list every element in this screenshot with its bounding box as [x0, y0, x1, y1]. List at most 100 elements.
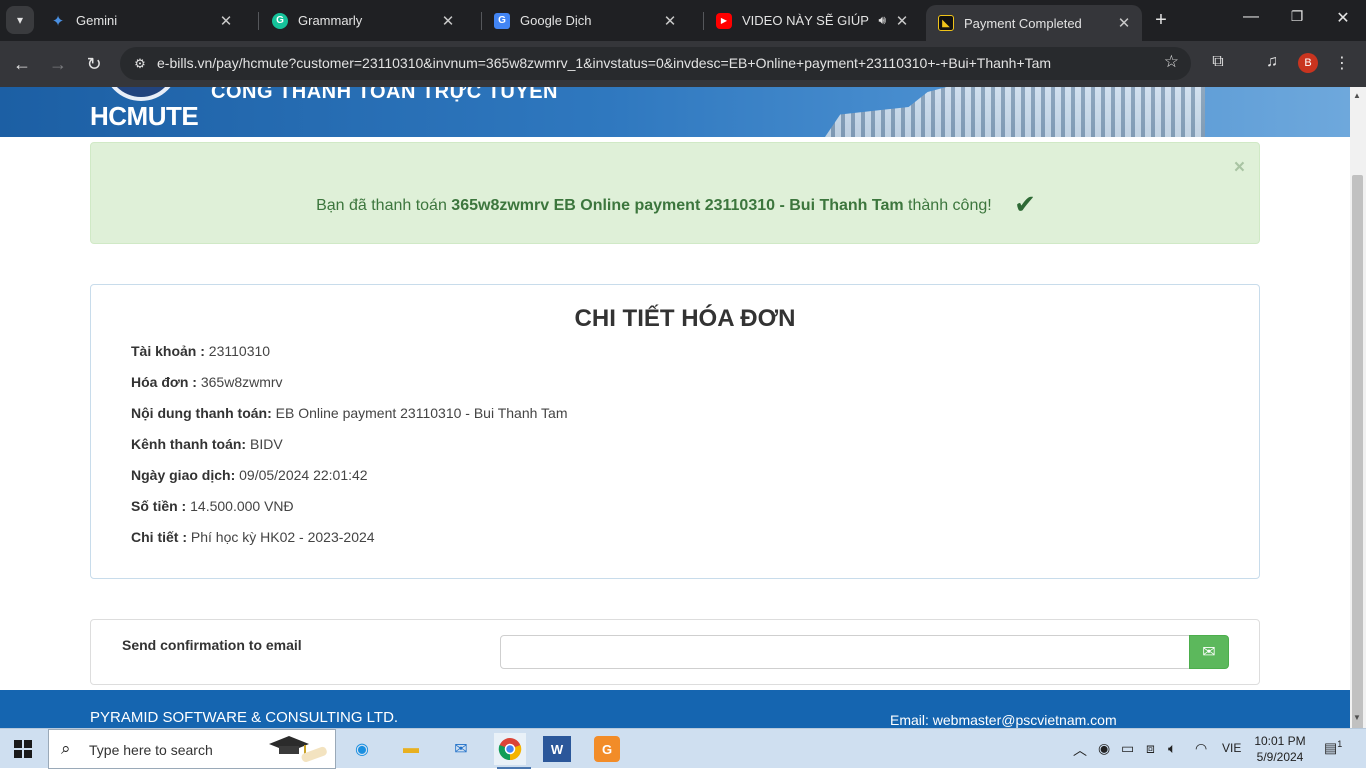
language-indicator[interactable]: VIE — [1222, 741, 1241, 755]
wifi-icon[interactable]: ◠ — [1195, 740, 1207, 757]
footer-email[interactable]: Email: webmaster@pscvietnam.com — [890, 712, 1117, 728]
edge-app-icon[interactable]: ◉ — [346, 733, 378, 765]
row-value: EB Online payment 23110310 - Bui Thanh T… — [275, 405, 568, 421]
profile-avatar[interactable]: B — [1298, 53, 1318, 73]
tab-search-button[interactable]: ▾ — [6, 6, 34, 34]
row-value: BIDV — [250, 436, 283, 452]
clock-date: 5/9/2024 — [1256, 750, 1304, 764]
menu-kebab-icon[interactable]: ⋮ — [1330, 53, 1354, 73]
tab-google-translate[interactable]: G Google Dịch ✕ — [482, 6, 688, 35]
close-icon[interactable]: ✕ — [660, 12, 680, 30]
pdf-app-icon[interactable]: G — [594, 736, 620, 762]
invoice-row-amount: Số tiền : 14.500.000 VNĐ — [131, 498, 294, 514]
invoice-title: CHI TIẾT HÓA ĐƠN — [574, 305, 796, 332]
close-window-button[interactable]: ✕ — [1320, 8, 1366, 28]
invoice-details-panel: CHI TIẾT HÓA ĐƠN Tài khoản : 23110310 Hó… — [90, 284, 1260, 579]
close-icon[interactable]: ✕ — [216, 12, 236, 30]
browser-toolbar: ← → ↻ ⚙︎ e-bills.vn/pay/hcmute?customer=… — [0, 41, 1366, 87]
tab-label: Payment Completed — [964, 15, 1082, 31]
battery-icon[interactable]: ▭ — [1121, 740, 1134, 757]
row-label: Ngày giao dịch: — [131, 467, 236, 483]
message-prefix: Bạn đã thanh toán — [316, 197, 452, 214]
chrome-app-icon[interactable] — [494, 733, 531, 769]
page-scrollbar[interactable]: ▲ ▼ — [1350, 87, 1366, 737]
word-app-icon[interactable]: W — [543, 736, 571, 762]
speaker-icon[interactable]: 🔊︎ — [878, 13, 886, 28]
chrome-icon — [498, 738, 522, 761]
show-hidden-icons[interactable]: ︿ — [1073, 740, 1087, 760]
invoice-row-content: Nội dung thanh toán: EB Online payment 2… — [131, 405, 568, 421]
campus-building-image — [825, 87, 1205, 137]
volume-icon[interactable]: 🔈︎ — [1168, 740, 1176, 757]
row-value: 09/05/2024 22:01:42 — [239, 467, 368, 483]
alert-close-button[interactable]: × — [1234, 157, 1245, 179]
reload-button[interactable]: ↻ — [81, 51, 107, 77]
google-translate-icon: G — [494, 12, 510, 29]
row-label: Tài khoản : — [131, 343, 205, 359]
windows-taskbar: ⌕ Type here to search ◉ ▬ ✉ W G ︿ ◉ ▭ ⧈ … — [0, 728, 1366, 769]
site-banner: HCMUTE CỔNG THANH TOÁN TRỰC TUYẾN — [0, 87, 1350, 137]
new-tab-button[interactable]: + — [1150, 9, 1172, 32]
browser-tab-bar: ▾ ✦ Gemini ✕ G Grammarly ✕ G Google Dịch… — [0, 0, 1366, 41]
row-value: Phí học kỳ HK02 - 2023-2024 — [190, 529, 375, 545]
close-icon[interactable]: ✕ — [438, 12, 458, 30]
system-clock[interactable]: 10:01 PM 5/9/2024 — [1252, 733, 1308, 765]
tab-separator — [258, 12, 259, 30]
row-label: Nội dung thanh toán: — [131, 405, 272, 421]
mail-app-icon[interactable]: ✉ — [445, 733, 477, 765]
clock-time: 10:01 PM — [1254, 734, 1306, 748]
tab-grammarly[interactable]: G Grammarly ✕ — [260, 6, 466, 35]
send-email-button[interactable]: ✉ — [1189, 635, 1229, 669]
tab-label: Gemini — [76, 13, 118, 28]
close-icon[interactable]: ✕ — [1114, 14, 1134, 32]
invoice-row-channel: Kênh thanh toán: BIDV — [131, 436, 283, 452]
extensions-icon[interactable]: ⧉ — [1206, 53, 1230, 71]
tab-label: VIDEO NÀY SẼ GIÚP BẠN — [742, 13, 872, 28]
bookmark-star-icon[interactable]: ☆ — [1164, 52, 1179, 72]
brand-name: HCMUTE — [90, 101, 199, 131]
search-icon: ⌕ — [61, 739, 71, 758]
row-label: Chi tiết : — [131, 529, 187, 545]
tab-payment-completed[interactable]: ◣ Payment Completed ✕ — [926, 5, 1142, 41]
scrollbar-thumb[interactable] — [1352, 175, 1363, 737]
search-placeholder: Type here to search — [89, 742, 213, 758]
scroll-up-icon[interactable]: ▲ — [1353, 91, 1361, 100]
checkmark-icon: ✔ — [1014, 189, 1036, 219]
back-button[interactable]: ← — [9, 51, 35, 77]
notification-center-icon[interactable]: ▤1 — [1324, 739, 1346, 757]
invoice-row-account: Tài khoản : 23110310 — [131, 343, 270, 359]
row-label: Hóa đơn : — [131, 374, 197, 390]
row-value: 23110310 — [208, 343, 271, 359]
device-icon[interactable]: ⧈ — [1146, 740, 1155, 757]
row-value: 14.500.000 VNĐ — [190, 498, 294, 514]
close-icon[interactable]: ✕ — [892, 12, 912, 30]
file-explorer-icon[interactable]: ▬ — [395, 733, 427, 765]
youtube-icon: ▶ — [716, 12, 732, 29]
graduation-cap-icon — [269, 736, 327, 763]
media-control-icon[interactable]: ♫ — [1260, 53, 1284, 71]
gemini-sparkle-icon: ✦ — [51, 12, 65, 30]
url-text[interactable]: e-bills.vn/pay/hcmute?customer=23110310&… — [157, 55, 1051, 71]
taskbar-search-box[interactable]: ⌕ Type here to search — [48, 729, 336, 769]
row-value: 365w8zwmrv — [200, 374, 283, 390]
envelope-icon: ✉ — [1202, 644, 1216, 661]
email-input[interactable] — [500, 635, 1190, 669]
page-viewport: HCMUTE CỔNG THANH TOÁN TRỰC TUYẾN Bạn đã… — [0, 87, 1350, 728]
scroll-down-icon[interactable]: ▼ — [1353, 713, 1361, 722]
grammarly-icon: G — [272, 12, 288, 29]
windows-start-button[interactable] — [14, 740, 32, 758]
forward-button[interactable]: → — [45, 51, 71, 77]
email-label: Send confirmation to email — [122, 637, 302, 653]
invoice-row-invoice: Hóa đơn : 365w8zwmrv — [131, 374, 283, 390]
minimize-button[interactable]: — — [1228, 8, 1274, 26]
row-label: Số tiền : — [131, 498, 187, 514]
record-icon[interactable]: ◉ — [1098, 740, 1110, 757]
tab-label: Grammarly — [298, 13, 363, 28]
restore-button[interactable]: ❐ — [1274, 8, 1320, 25]
site-favicon: ◣ — [938, 15, 954, 31]
tab-gemini[interactable]: ✦ Gemini ✕ — [38, 6, 244, 35]
email-confirmation-panel: Send confirmation to email ✉ — [90, 619, 1260, 685]
tab-youtube[interactable]: ▶ VIDEO NÀY SẼ GIÚP BẠN 🔊︎ ✕ — [704, 6, 920, 35]
site-info-icon[interactable]: ⚙︎ — [130, 54, 150, 74]
address-bar[interactable]: ⚙︎ e-bills.vn/pay/hcmute?customer=231103… — [120, 47, 1191, 80]
